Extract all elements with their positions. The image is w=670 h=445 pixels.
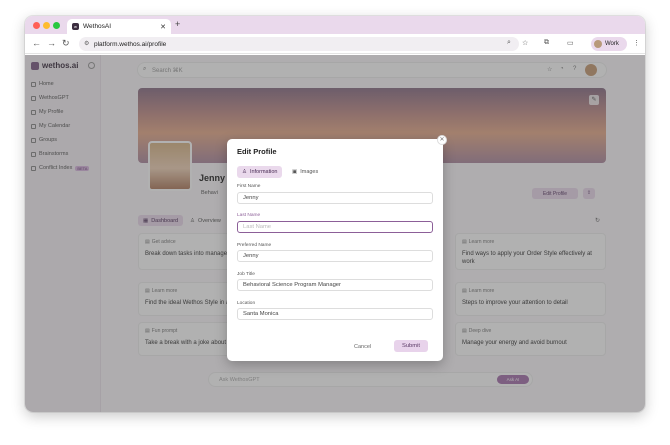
- preferred-name-label: Preferred Name: [237, 243, 272, 248]
- image-icon: ▣: [292, 169, 298, 175]
- profile-button[interactable]: Work: [591, 37, 627, 51]
- browser-toolbar: ← → ↻ ⚙ platform.wethos.ai/profile ⌕ ☆ ⧉…: [25, 34, 645, 54]
- browser-window: w WethosAI ✕ + ← → ↻ ⚙ platform.wethos.a…: [25, 16, 645, 412]
- user-icon: ♙: [242, 169, 247, 175]
- tab-label: Images: [300, 169, 319, 175]
- tab-close-icon[interactable]: ✕: [160, 23, 166, 31]
- wethos-favicon-icon: w: [72, 23, 79, 30]
- close-modal-icon[interactable]: ✕: [437, 135, 447, 145]
- location-field[interactable]: [237, 308, 433, 320]
- tab-information[interactable]: ♙ Information: [237, 166, 283, 178]
- minimize-window-button[interactable]: [43, 22, 50, 29]
- last-name-label: Last Name: [237, 213, 261, 218]
- forward-icon[interactable]: →: [47, 38, 56, 48]
- first-name-label: First Name: [237, 184, 261, 189]
- side-panel-icon[interactable]: ▭: [567, 39, 574, 47]
- tab-images[interactable]: ▣ Images: [287, 166, 323, 178]
- first-name-field[interactable]: [237, 192, 433, 204]
- url-text: platform.wethos.ai/profile: [94, 40, 167, 48]
- profile-avatar: [594, 40, 602, 48]
- maximize-window-button[interactable]: [53, 22, 60, 29]
- tab-label: Information: [249, 169, 278, 175]
- job-title-label: Job Title: [237, 272, 255, 277]
- submit-label: Submit: [401, 343, 421, 349]
- zoom-icon[interactable]: ⌕: [507, 39, 511, 47]
- profile-label: Work: [605, 41, 619, 47]
- preferred-name-field[interactable]: [237, 250, 433, 262]
- browser-tab[interactable]: w WethosAI ✕: [67, 19, 171, 34]
- site-settings-icon[interactable]: ⚙: [84, 40, 89, 47]
- modal-title: Edit Profile: [237, 147, 277, 156]
- job-title-field[interactable]: [237, 279, 433, 291]
- more-menu-icon[interactable]: ⋮: [633, 39, 640, 47]
- close-window-button[interactable]: [33, 22, 40, 29]
- new-tab-button[interactable]: +: [175, 19, 180, 29]
- address-bar[interactable]: ⚙ platform.wethos.ai/profile: [79, 37, 519, 51]
- back-icon[interactable]: ←: [32, 38, 41, 48]
- tab-title: WethosAI: [83, 23, 112, 30]
- bookmark-star-icon[interactable]: ☆: [522, 39, 528, 47]
- app-content: wethos.ai Home WethosGPT My Profile My C…: [25, 55, 645, 412]
- submit-button[interactable]: Submit: [394, 340, 428, 352]
- tab-strip: w WethosAI ✕ +: [25, 16, 645, 34]
- edit-profile-modal: ✕ Edit Profile ♙ Information ▣ Images Firs…: [227, 135, 447, 361]
- location-label: Location: [237, 301, 256, 306]
- cancel-button[interactable]: Cancel: [354, 344, 371, 350]
- last-name-field[interactable]: [237, 221, 433, 233]
- reload-icon[interactable]: ↻: [62, 38, 70, 49]
- extensions-icon[interactable]: ⧉: [544, 39, 549, 47]
